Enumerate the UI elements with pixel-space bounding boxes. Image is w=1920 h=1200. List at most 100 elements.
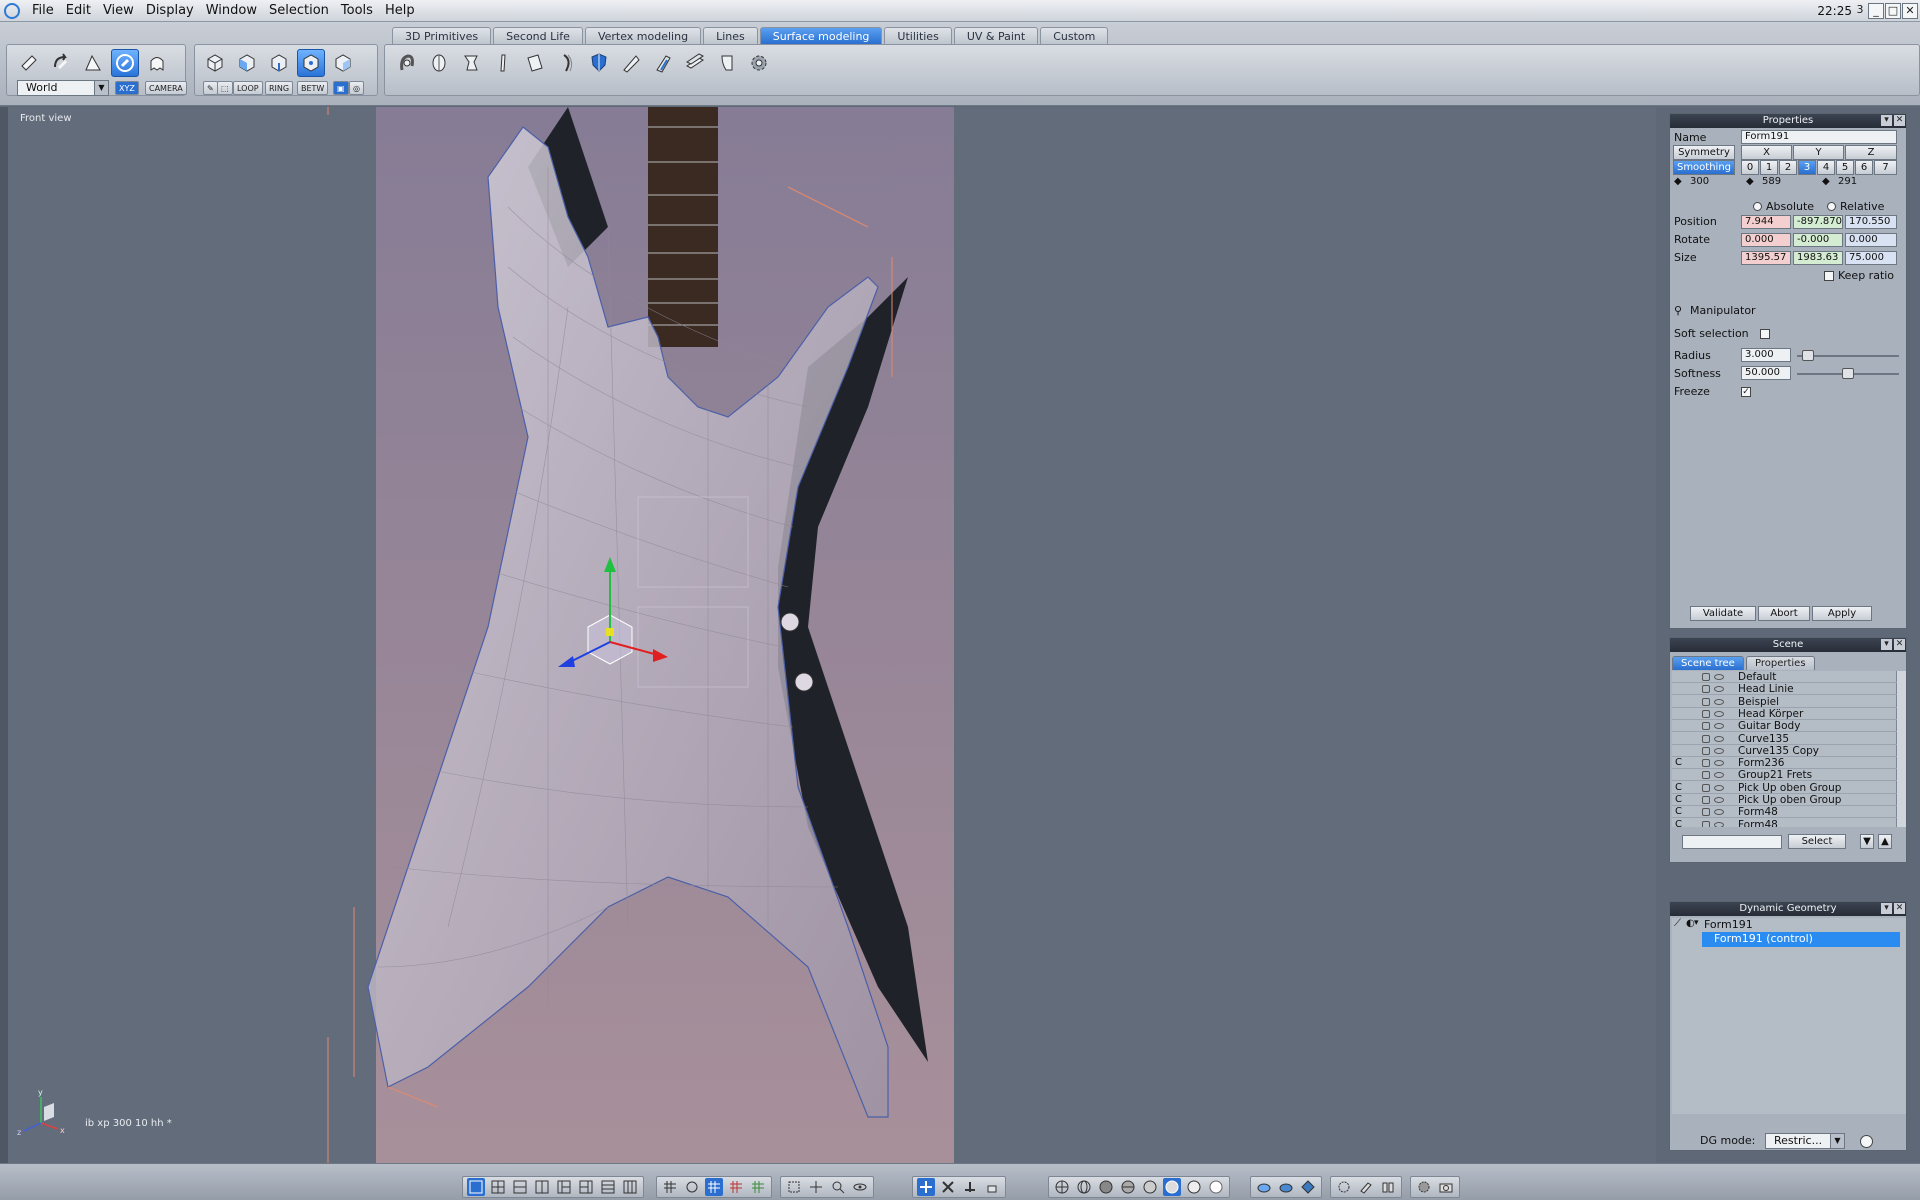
move-mode-icon[interactable] [917,1178,935,1196]
white-sphere-icon[interactable] [1207,1178,1225,1196]
axis-mode-icon[interactable] [961,1178,979,1196]
coons-tool-button[interactable] [521,49,549,77]
loop-select-button[interactable]: LOOP [233,81,263,95]
scene-tree-row[interactable]: C Pick Up oben Group [1672,782,1897,794]
panel-menu-icon[interactable]: ▾ [1881,639,1892,650]
ring-select-button[interactable]: RING [265,81,294,95]
maximize-icon[interactable]: □ [1885,3,1901,19]
name-field[interactable]: Form191 [1741,130,1897,144]
scene-tree-row[interactable]: C Pick Up oben Group [1672,794,1897,806]
scene-tree-row[interactable]: Head Linie [1672,683,1897,696]
scene-tree-scrollbar[interactable] [1896,671,1906,827]
light-2-icon[interactable] [1277,1178,1295,1196]
snap-icon[interactable] [683,1178,701,1196]
brush-select-button[interactable]: ✎ [203,81,218,95]
render-sphere-icon[interactable] [1185,1178,1203,1196]
grid-active-icon[interactable] [705,1178,723,1196]
eye-icon[interactable] [1714,710,1724,717]
smoothing-level-4[interactable]: 4 [1817,160,1835,175]
edge-mode-button[interactable] [265,49,293,77]
eye-icon[interactable] [1714,821,1724,827]
shade-active-icon[interactable] [1163,1178,1181,1196]
eye-icon[interactable] [1714,747,1724,754]
scene-tree-row[interactable]: Curve135 Copy [1672,745,1897,757]
dg-item-root[interactable]: Form191 [1704,918,1753,931]
lock-icon[interactable] [1702,771,1710,780]
scene-tree-row[interactable]: C Form48 [1672,806,1897,819]
render-settings-icon[interactable] [1415,1178,1433,1196]
layout-quad-icon[interactable] [489,1178,507,1196]
fillet-tool-button[interactable] [713,49,741,77]
position-y-field[interactable]: -897.870 [1793,215,1843,229]
radius-field[interactable]: 3.000 [1741,348,1791,362]
menu-edit[interactable]: Edit [60,0,97,22]
eye-icon[interactable] [1714,772,1724,779]
menu-file[interactable]: File [26,0,60,22]
select-toggle-button[interactable]: ▣ [333,81,349,95]
menu-view[interactable]: View [97,0,140,22]
scene-tree-row[interactable]: Beispiel [1672,696,1897,708]
dg-item-selected[interactable]: Form191 (control) [1702,932,1900,947]
eye-icon[interactable] [1714,784,1724,791]
smoothing-level-6[interactable]: 6 [1855,160,1873,175]
abort-button[interactable]: Abort [1758,606,1810,621]
offset-tool-button[interactable] [681,49,709,77]
eye-icon[interactable] [1714,686,1724,693]
rotate-x-field[interactable]: 0.000 [1741,233,1791,247]
smooth-shade-icon[interactable] [1141,1178,1159,1196]
book-icon[interactable] [1379,1178,1397,1196]
symmetry-button[interactable]: Symmetry [1673,145,1735,160]
layout-cols-icon[interactable] [621,1178,639,1196]
scene-tree-row[interactable]: Group21 Frets [1672,769,1897,782]
tab-3d-primitives[interactable]: 3D Primitives [392,27,492,44]
panel-menu-icon[interactable]: ▾ [1881,903,1892,914]
lock-icon[interactable] [1702,697,1710,706]
scene-tree-row[interactable]: Head Körper [1672,708,1897,720]
3d-viewport[interactable]: Front view y x z ib xp 300 10 hh * [8,107,1656,1163]
scene-tree-row[interactable]: Curve135 [1672,733,1897,745]
layout-rows-icon[interactable] [599,1178,617,1196]
tab-vertex-modeling[interactable]: Vertex modeling [584,27,702,44]
eye-icon[interactable] [1714,735,1724,742]
lock-icon[interactable] [1702,722,1710,731]
menu-selection[interactable]: Selection [263,0,335,22]
symmetry-x-button[interactable]: X [1741,145,1792,160]
smoothing-button[interactable]: Smoothing [1673,160,1735,175]
flat-shade-icon[interactable] [1097,1178,1115,1196]
dg-tree[interactable]: ⟋ ◐ ▾ Form191 Form191 (control) [1672,918,1906,1114]
ghost-tool-button[interactable] [143,49,171,77]
grid-icon[interactable] [661,1178,679,1196]
tab-uv-paint[interactable]: UV & Paint [953,27,1039,44]
scroll-down-button[interactable]: ▼ [1860,834,1874,849]
camera-icon[interactable] [1437,1178,1455,1196]
panel-close-icon[interactable]: ✕ [1894,115,1905,126]
frame-all-icon[interactable] [785,1178,803,1196]
scene-tree-row[interactable]: Guitar Body [1672,720,1897,733]
eye-icon[interactable] [1714,809,1724,816]
loft-tool-button[interactable] [489,49,517,77]
position-x-field[interactable]: 7.944 [1741,215,1791,229]
softness-slider-knob[interactable] [1842,368,1854,379]
face-mode-button[interactable] [233,49,261,77]
layout-three-icon[interactable] [555,1178,573,1196]
lasso-select-button[interactable]: ⬚ [217,81,233,95]
lock-icon[interactable] [1702,734,1710,743]
xyz-toggle[interactable]: XYZ [115,81,139,95]
scene-tree[interactable]: Default Head Linie Beispiel Head Körper Guit… [1672,671,1906,827]
position-z-field[interactable]: 170.550 [1845,215,1897,229]
menu-display[interactable]: Display [140,0,200,22]
scene-search-input[interactable] [1682,835,1782,849]
tab-surface-modeling[interactable]: Surface modeling [759,27,883,44]
menu-tools[interactable]: Tools [335,0,379,22]
vertex-mode-button[interactable] [297,49,325,77]
scene-tree-row[interactable]: C Form48 [1672,819,1897,827]
tab-scene-properties[interactable]: Properties [1746,656,1815,670]
keep-ratio-checkbox[interactable] [1824,271,1834,281]
soft-selection-checkbox[interactable] [1760,329,1770,339]
eye-icon[interactable] [1714,674,1724,680]
size-z-field[interactable]: 75.000 [1845,251,1897,265]
lock-icon[interactable] [1702,685,1710,694]
relative-radio[interactable] [1827,202,1836,211]
tab-scene-tree[interactable]: Scene tree [1672,656,1744,670]
settings-tool-button[interactable] [745,49,773,77]
